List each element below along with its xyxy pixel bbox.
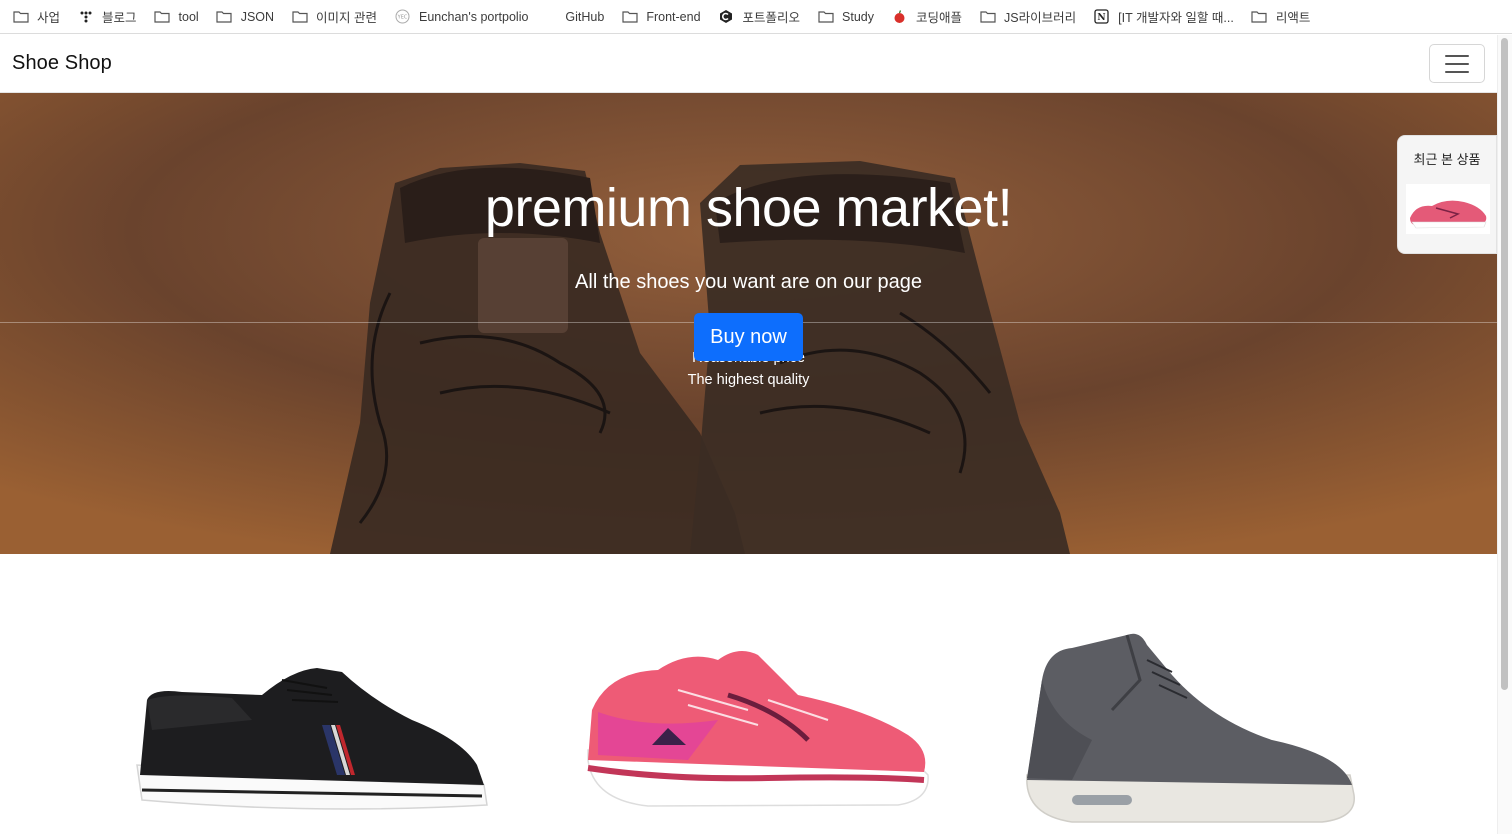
bookmark-label: 포트폴리오 [742, 11, 801, 25]
apple-icon [891, 9, 908, 24]
hamburger-icon [1445, 54, 1469, 57]
recently-viewed-panel: 최근 본 상품 [1397, 135, 1497, 254]
svg-text:YEC: YEC [397, 15, 408, 21]
brand-link[interactable]: Shoe Shop [12, 52, 112, 75]
bookmark-label: Front-end [646, 9, 701, 24]
bookmark-label: 사업 [37, 11, 61, 25]
hero-subtitle: All the shoes you want are on our page [575, 271, 922, 293]
folder-icon [817, 10, 834, 24]
bookmark-blog[interactable]: 블로그 [77, 5, 137, 29]
hamburger-icon [1445, 70, 1469, 73]
bookmark-label: 코딩애플 [916, 11, 963, 25]
bookmark-frontend[interactable]: Front-end [621, 5, 701, 29]
folder-icon [621, 10, 638, 24]
folder-icon [216, 10, 233, 24]
navbar: Shoe Shop [0, 35, 1497, 93]
bookmark-codingapple[interactable]: 코딩애플 [891, 5, 962, 29]
svg-text:N: N [1098, 13, 1106, 23]
bookmark-label: 블로그 [102, 11, 137, 25]
bookmark-label: 이미지 관련 [316, 11, 378, 25]
folder-icon [1251, 10, 1268, 24]
hexagon-logo-icon [718, 10, 735, 24]
black-sneaker-image [136, 668, 488, 810]
navbar-toggler-button[interactable] [1429, 44, 1485, 83]
bookmark-label: JSON [240, 9, 275, 24]
tistory-icon [77, 10, 94, 24]
hero-title: premium shoe market! [484, 178, 1013, 238]
bookmark-github[interactable]: GitHub [565, 5, 604, 29]
pink-running-shoe-image [587, 651, 929, 807]
recent-product-thumbnail[interactable] [1406, 184, 1490, 234]
folder-icon [979, 10, 996, 24]
bookmark-label: Eunchan's portpolio [419, 9, 529, 24]
bookmark-label: [IT 개발자와 일할 때... [1118, 11, 1234, 25]
bookmark-json[interactable]: JSON [216, 5, 274, 29]
bookmark-label: JS라이브러리 [1004, 11, 1077, 25]
bookmark-label: GitHub [565, 9, 605, 24]
bookmark-portfolio[interactable]: 포트폴리오 [718, 5, 801, 29]
product-card-grey-high-top[interactable] [1012, 600, 1412, 834]
bookmark-js-library[interactable]: JS라이브러리 [979, 5, 1076, 29]
site-logo-icon: YEC [394, 9, 411, 24]
hamburger-icon [1445, 62, 1469, 65]
buy-now-button[interactable]: Buy now [694, 313, 803, 361]
bookmark-business[interactable]: 사업 [12, 5, 60, 29]
product-card-pink-running-shoe[interactable] [568, 600, 968, 834]
product-card-black-sneaker[interactable] [112, 600, 512, 834]
bookmark-label: 리액트 [1275, 11, 1311, 25]
bookmark-images[interactable]: 이미지 관련 [291, 5, 377, 29]
recently-viewed-title: 최근 본 상품 [1413, 152, 1481, 167]
folder-icon [12, 10, 29, 24]
grey-high-top-image [1026, 633, 1355, 823]
page-scrollbar-thumb[interactable] [1501, 38, 1508, 690]
folder-icon [154, 10, 171, 24]
bookmark-label: tool [178, 9, 199, 24]
bookmark-notion[interactable]: N [IT 개발자와 일할 때... [1093, 5, 1234, 29]
hero-text-quality: The highest quality [687, 372, 810, 388]
bookmark-label: Study [842, 9, 875, 24]
notion-icon: N [1093, 9, 1110, 24]
bookmark-portfolio-site[interactable]: YEC Eunchan's portpolio [394, 5, 528, 29]
bookmark-tool[interactable]: tool [154, 5, 199, 29]
folder-icon [291, 10, 308, 24]
bookmark-study[interactable]: Study [817, 5, 874, 29]
bookmark-react[interactable]: 리액트 [1251, 5, 1311, 29]
bookmarks-bar: 사업 블로그 tool JSON 이미지 관련 YEC Eunchan's po… [0, 0, 1512, 34]
